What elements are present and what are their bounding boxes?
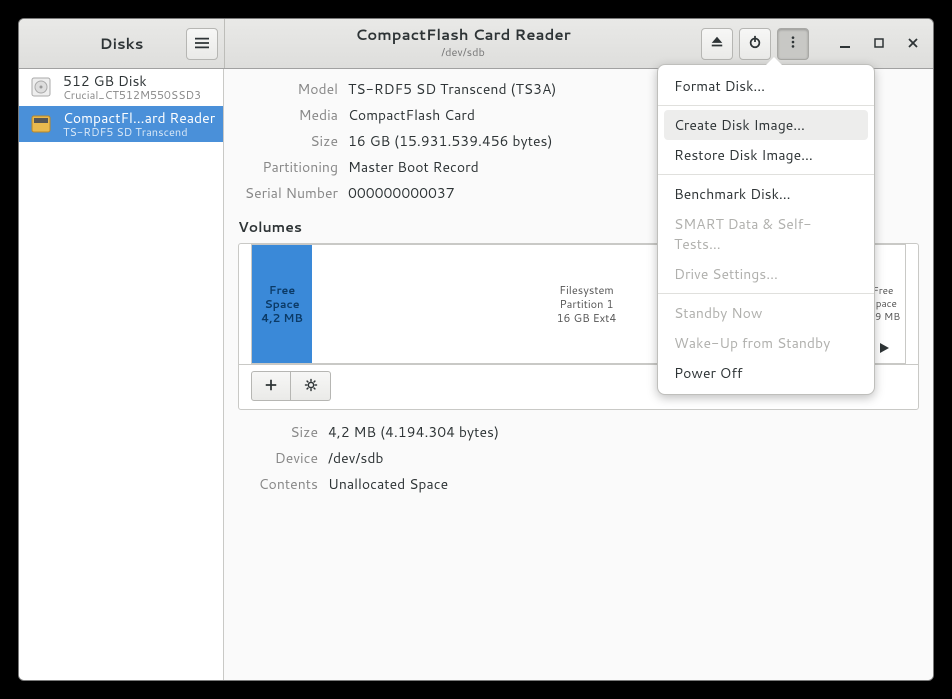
maximize-button[interactable] (865, 30, 893, 58)
sidebar-item-disk-512gb[interactable]: 512 GB Disk Crucial_CT512M550SSD3 (19, 69, 223, 106)
menu-create-disk-image[interactable]: Create Disk Image… (664, 110, 868, 140)
drive-menu-popover: Format Disk… Create Disk Image… Restore … (657, 64, 875, 395)
label-serial: Serial Number (238, 183, 338, 203)
menu-smart-data: SMART Data & Self-Tests… (658, 209, 874, 259)
menu-drive-settings: Drive Settings… (658, 259, 874, 289)
label-model: Model (238, 79, 338, 99)
value-sel-size: 4,2 MB (4.194.304 bytes) (328, 422, 919, 442)
minimize-button[interactable] (831, 30, 859, 58)
device-sidebar: 512 GB Disk Crucial_CT512M550SSD3 Compac… (19, 69, 224, 680)
selection-info: Size 4,2 MB (4.194.304 bytes) Device /de… (238, 422, 919, 494)
volume-settings-button[interactable] (291, 371, 331, 401)
menu-separator (658, 174, 874, 175)
hdd-icon (27, 73, 55, 101)
drive-menu-button[interactable] (777, 28, 809, 60)
label-sel-contents: Contents (238, 474, 318, 494)
headerbar-center: CompactFlash Card Reader /dev/sdb (225, 27, 701, 60)
maximize-icon (873, 32, 885, 55)
minimize-icon (839, 32, 851, 55)
label-partitioning: Partitioning (238, 157, 338, 177)
hamburger-icon (195, 33, 209, 56)
eject-icon (710, 32, 724, 55)
menu-restore-disk-image[interactable]: Restore Disk Image… (658, 140, 874, 170)
app-title: Disks (100, 33, 144, 54)
power-button[interactable] (739, 28, 771, 60)
headerbar: Disks CompactFlash Card Reader /dev/sdb (19, 19, 933, 69)
label-media: Media (238, 105, 338, 125)
app-menu-button[interactable] (186, 28, 218, 60)
close-icon (907, 32, 919, 55)
sidebar-item-sublabel: Crucial_CT512M550SSD3 (63, 89, 201, 102)
play-icon (878, 337, 890, 360)
label-sel-size: Size (238, 422, 318, 442)
plus-icon (264, 375, 278, 398)
kebab-icon (786, 32, 800, 55)
eject-button[interactable] (701, 28, 733, 60)
mount-button[interactable] (878, 337, 890, 360)
menu-standby-now: Standby Now (658, 298, 874, 328)
label-size: Size (238, 131, 338, 151)
menu-separator (658, 293, 874, 294)
power-icon (748, 32, 762, 55)
menu-power-off[interactable]: Power Off (658, 358, 874, 388)
value-sel-device: /dev/sdb (328, 448, 919, 468)
menu-format-disk[interactable]: Format Disk… (658, 71, 874, 101)
page-title: CompactFlash Card Reader (355, 27, 570, 44)
menu-wake-up: Wake-Up from Standby (658, 328, 874, 358)
headerbar-left: Disks (19, 19, 224, 68)
volume-segment-free-left[interactable]: Free Space 4,2 MB (252, 245, 312, 363)
menu-separator (658, 105, 874, 106)
headerbar-right (701, 28, 933, 60)
sidebar-item-cf-reader[interactable]: CompactFl…ard Reader TS-RDF5 SD Transcen… (19, 106, 223, 143)
gear-icon (304, 375, 318, 398)
cf-card-icon (27, 110, 55, 138)
label-sel-device: Device (238, 448, 318, 468)
value-sel-contents: Unallocated Space (328, 474, 919, 494)
close-button[interactable] (899, 30, 927, 58)
sidebar-item-sublabel: TS-RDF5 SD Transcend (63, 126, 215, 139)
page-subtitle: /dev/sdb (441, 44, 485, 60)
create-partition-button[interactable] (251, 371, 291, 401)
menu-benchmark-disk[interactable]: Benchmark Disk… (658, 179, 874, 209)
